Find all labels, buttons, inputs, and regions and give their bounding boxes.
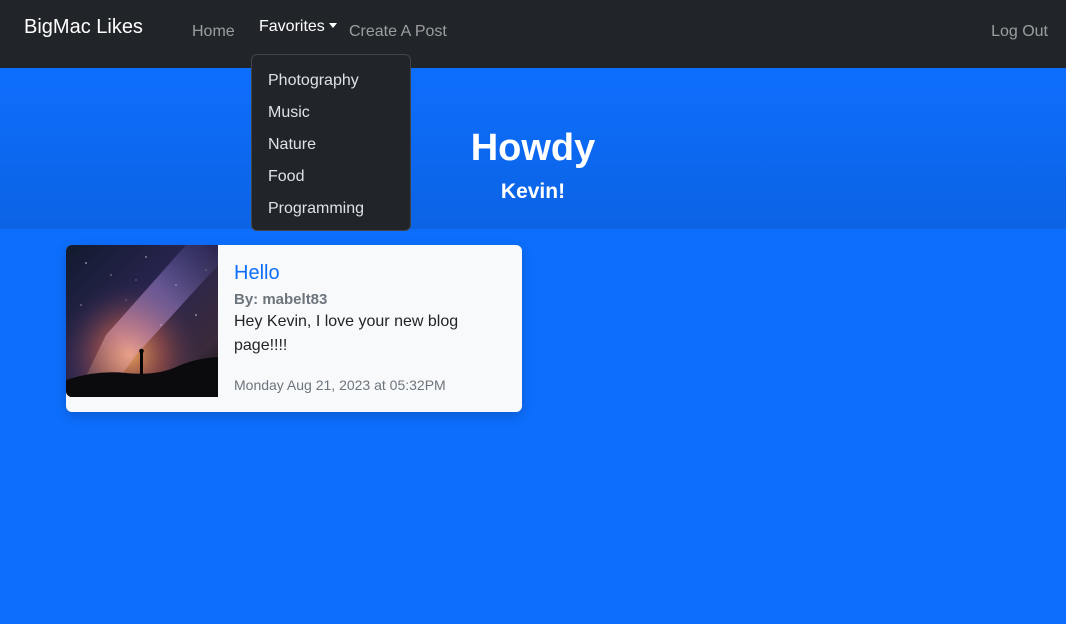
- post-image: [66, 245, 218, 397]
- nav-favorites-dropdown-toggle[interactable]: Favorites: [259, 18, 337, 36]
- hero-subtitle: Kevin!: [500, 180, 566, 203]
- dropdown-item-music[interactable]: Music: [252, 97, 410, 129]
- navbar: BigMac Likes Home Favorites Create A Pos…: [0, 0, 1066, 68]
- dropdown-item-food[interactable]: Food: [252, 161, 410, 193]
- brand-link[interactable]: BigMac Likes: [24, 16, 143, 39]
- nav-create-post-link[interactable]: Create A Post: [349, 23, 447, 41]
- post-author: By: mabelt83: [234, 291, 328, 308]
- dropdown-item-nature[interactable]: Nature: [252, 129, 410, 161]
- dropdown-item-programming[interactable]: Programming: [252, 193, 410, 225]
- post-card: Hello By: mabelt83 Hey Kevin, I love you…: [66, 245, 522, 412]
- nav-favorites-label: Favorites: [259, 18, 325, 35]
- caret-down-icon: [328, 23, 337, 28]
- post-body: Hey Kevin, I love your new blog page!!!!: [234, 313, 459, 354]
- post-date: Monday Aug 21, 2023 at 05:32PM: [234, 377, 446, 393]
- dropdown-item-photography[interactable]: Photography: [252, 65, 410, 97]
- hero-title: Howdy: [470, 127, 596, 169]
- hero-banner: Howdy Kevin!: [0, 68, 1066, 229]
- favorites-dropdown-menu: Photography Music Nature Food Programmin…: [251, 54, 411, 231]
- post-title-link[interactable]: Hello: [234, 262, 280, 285]
- nav-home-link[interactable]: Home: [192, 23, 235, 41]
- nav-logout-link[interactable]: Log Out: [991, 23, 1048, 41]
